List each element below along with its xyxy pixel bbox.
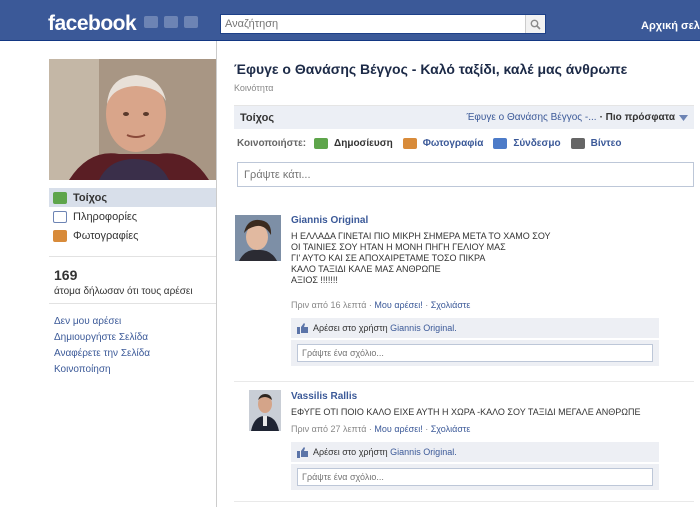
- avatar-image: [249, 390, 281, 431]
- create-page-link[interactable]: Δημιουργήστε Σελίδα: [54, 330, 150, 346]
- likes-count[interactable]: 169: [54, 267, 77, 283]
- avatar[interactable]: [249, 390, 281, 431]
- post-line: ΟΙ ΤΑΙΝΙΕΣ ΣΟΥ ΗΤΑΝ Η ΜΟΝΗ ΠΗΓΗ ΓΕΛΙΟΥ Μ…: [291, 242, 506, 252]
- comment-input[interactable]: [297, 344, 653, 362]
- post-line: ΓΙ' ΑΥΤΟ ΚΑΙ ΣΕ ΑΠΟΧΑΙΡΕΤΑΜΕ ΤΟΣΟ ΠΙΚΡΑ: [291, 253, 486, 263]
- like-user-link[interactable]: Giannis Original.: [390, 323, 457, 333]
- share-post-button[interactable]: Δημοσίευση: [334, 138, 393, 149]
- comment-box: [291, 463, 659, 490]
- sidebar-item-photos[interactable]: Φωτογραφίες: [49, 226, 216, 245]
- report-page-link[interactable]: Αναφέρετε την Σελίδα: [54, 346, 150, 362]
- divider: [49, 256, 216, 257]
- divider: [49, 303, 216, 304]
- thumbs-up-icon: [297, 446, 308, 458]
- link-icon: [493, 138, 508, 149]
- share-link-button[interactable]: Σύνδεσμο: [513, 138, 560, 149]
- left-column: Τοίχος Πληροφορίες Φωτογραφίες 169 άτομα…: [0, 41, 216, 507]
- sidebar-nav: Τοίχος Πληροφορίες Φωτογραφίες: [49, 188, 216, 245]
- sidebar-item-info[interactable]: Πληροφορίες: [49, 207, 216, 226]
- likes-text: Αρέσει στο χρήστη: [313, 447, 388, 457]
- tab-wall[interactable]: Τοίχος: [240, 112, 274, 124]
- status-composer: [237, 162, 694, 187]
- profile-photo-image: [49, 59, 216, 180]
- messages-icon[interactable]: [164, 16, 178, 28]
- search-box: [220, 14, 546, 34]
- post-message: Η ΕΛΛΑΔΑ ΓΙΝΕΤΑΙ ΠΙΟ ΜΙΚΡΗ ΣΗΜΕΡΑ ΜΕΤΑ Τ…: [291, 231, 551, 286]
- sort-most-recent[interactable]: · Πιο πρόσφατα: [600, 112, 675, 123]
- friend-requests-icon[interactable]: [144, 16, 158, 28]
- photo-icon: [402, 138, 417, 149]
- sidebar-item-label: Πληροφορίες: [73, 210, 138, 223]
- comment-box: [291, 339, 659, 366]
- post-line: Η ΕΛΛΑΔΑ ΓΙΝΕΤΑΙ ΠΙΟ ΜΙΚΡΗ ΣΗΜΕΡΑ ΜΕΤΑ Τ…: [291, 231, 551, 241]
- sidebar-item-label: Φωτογραφίες: [73, 229, 139, 242]
- search-button[interactable]: [525, 15, 545, 33]
- post-line: ΕΦΥΓΕ ΟΤΙ ΠΟΙΟ ΚΑΛΟ ΕΙΧΕ ΑΥΤΗ Η ΧΩΡΑ -ΚΑ…: [291, 407, 641, 417]
- post-icon: [314, 138, 329, 149]
- share-bar: Κοινοποιήστε: Δημοσίευση Φωτογραφία Σύνδ…: [237, 138, 628, 149]
- video-icon: [570, 138, 585, 149]
- share-video-button[interactable]: Βίντεο: [591, 138, 622, 149]
- post-line: ΚΑΛΟ ΤΑΞΙΔΙ ΚΑΛΕ ΜΑΣ ΑΝΘΡΩΠΕ: [291, 264, 441, 274]
- likes-text: άτομα δήλωσαν ότι τους αρέσει: [54, 286, 193, 297]
- wall-icon: [53, 191, 67, 204]
- like-post-button[interactable]: Μου αρέσει!: [374, 300, 422, 310]
- post-meta: Πριν από 27 λεπτά · Μου αρέσει! · Σχολιά…: [291, 424, 471, 434]
- page-category: Κοινότητα: [234, 83, 274, 93]
- status-input[interactable]: [238, 163, 693, 186]
- post-divider: [234, 501, 694, 502]
- thumbs-up-icon: [297, 322, 308, 334]
- avatar-image: [235, 215, 281, 261]
- wall-post: Vassilis Rallis ΕΦΥΓΕ ΟΤΙ ΠΟΙΟ ΚΑΛΟ ΕΙΧΕ…: [234, 387, 694, 502]
- likes-bar: Αρέσει στο χρήστη Giannis Original.: [291, 442, 659, 462]
- avatar[interactable]: [235, 215, 281, 261]
- likes-bar: Αρέσει στο χρήστη Giannis Original.: [291, 318, 659, 338]
- likes-text: Αρέσει στο χρήστη: [313, 323, 388, 333]
- notifications-icon[interactable]: [184, 16, 198, 28]
- post-meta: Πριν από 16 λεπτά · Μου αρέσει! · Σχολιά…: [291, 300, 471, 310]
- post-author-link[interactable]: Giannis Original: [291, 215, 368, 226]
- info-icon: [53, 210, 67, 223]
- sidebar-item-wall[interactable]: Τοίχος: [49, 188, 216, 207]
- post-author-link[interactable]: Vassilis Rallis: [291, 391, 357, 402]
- post-timestamp[interactable]: Πριν από 16 λεπτά: [291, 300, 366, 310]
- post-timestamp[interactable]: Πριν από 27 λεπτά: [291, 424, 366, 434]
- facebook-logo[interactable]: facebook: [48, 12, 137, 36]
- post-message: ΕΦΥΓΕ ΟΤΙ ΠΟΙΟ ΚΑΛΟ ΕΙΧΕ ΑΥΤΗ Η ΧΩΡΑ -ΚΑ…: [291, 407, 640, 418]
- profile-picture[interactable]: [49, 59, 216, 180]
- wall-header: Τοίχος Έφυγε ο Θανάσης Βέγγος -... · Πιο…: [234, 105, 694, 129]
- notification-jewels: [144, 16, 198, 28]
- search-input[interactable]: [221, 15, 521, 33]
- share-page-link[interactable]: Κοινοποίηση: [54, 362, 150, 378]
- wall-post: Giannis Original Η ΕΛΛΑΔΑ ΓΙΝΕΤΑΙ ΠΙΟ ΜΙ…: [234, 211, 694, 376]
- like-post-button[interactable]: Μου αρέσει!: [374, 424, 422, 434]
- comment-post-button[interactable]: Σχολιάστε: [431, 300, 471, 310]
- like-user-link[interactable]: Giannis Original.: [390, 447, 457, 457]
- search-icon: [530, 19, 541, 30]
- sidebar-item-label: Τοίχος: [73, 191, 108, 204]
- comment-post-button[interactable]: Σχολιάστε: [431, 424, 471, 434]
- post-line: ΑΞΙΟΣ !!!!!!!: [291, 275, 338, 285]
- page-title: Έφυγε ο Θανάσης Βέγγος - Καλό ταξίδι, κα…: [234, 61, 628, 77]
- wall-filter-link[interactable]: Έφυγε ο Θανάσης Βέγγος -...: [467, 112, 597, 123]
- comment-input[interactable]: [297, 468, 653, 486]
- sidebar-links: Δεν μου αρέσει Δημιουργήστε Σελίδα Αναφέ…: [54, 314, 150, 378]
- post-divider: [234, 381, 694, 382]
- main-content: Έφυγε ο Θανάσης Βέγγος - Καλό ταξίδι, κα…: [216, 41, 700, 507]
- top-bar: facebook Αρχική σελί: [0, 0, 700, 41]
- home-link[interactable]: Αρχική σελί: [641, 20, 700, 32]
- share-photo-button[interactable]: Φωτογραφία: [423, 138, 484, 149]
- chevron-down-icon[interactable]: [679, 114, 688, 121]
- photos-icon: [53, 229, 67, 242]
- unlike-link[interactable]: Δεν μου αρέσει: [54, 314, 150, 330]
- share-label: Κοινοποιήστε:: [237, 138, 307, 149]
